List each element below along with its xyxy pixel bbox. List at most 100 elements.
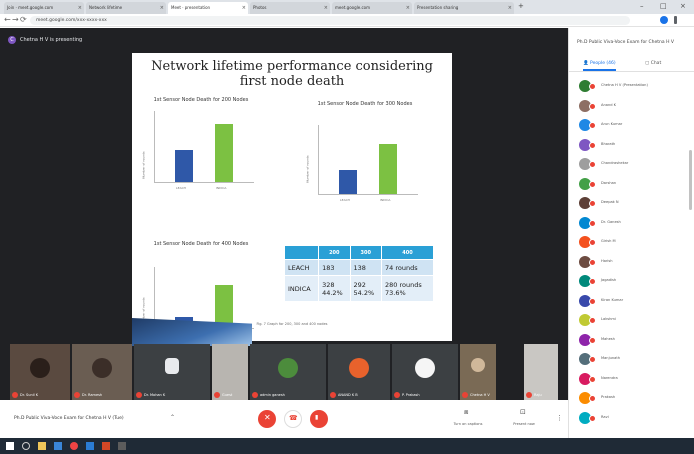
participant-row[interactable]: Darshan [579, 177, 689, 192]
meet-stage: C Chetna H V is presenting Network lifet… [0, 28, 568, 400]
participant-row[interactable]: Girish M [579, 236, 689, 250]
windows-start-icon[interactable] [6, 442, 14, 450]
close-icon[interactable]: × [160, 5, 164, 11]
participant-tile[interactable]: Chetna H V [460, 344, 496, 400]
participant-name: Anand K [601, 102, 616, 107]
browser-tab[interactable]: Join · meet.google.com × [4, 2, 84, 14]
captions-icon[interactable]: ⧈ [464, 408, 468, 417]
participant-row[interactable]: Kiran Kumar [579, 294, 689, 309]
minimize-icon[interactable]: – [640, 2, 644, 10]
system-tray[interactable] [600, 442, 660, 450]
tab-chat[interactable]: ▢ Chat [645, 61, 661, 66]
participant-row[interactable]: Chetna H V (Presentation) [579, 80, 689, 94]
close-window-icon[interactable]: × [680, 2, 686, 10]
participant-tile[interactable]: ANAND K B [328, 344, 390, 400]
mic-off-icon [526, 392, 532, 398]
mic-off-icon [589, 239, 596, 246]
table-cell: 292 54.2% [349, 275, 383, 302]
tile-name: Dr. Sunil K [20, 393, 39, 397]
participant-row[interactable]: Deepak N [579, 197, 689, 211]
camera-off-button[interactable]: ▮ [310, 410, 328, 428]
mic-off-icon [589, 356, 596, 363]
word-icon[interactable] [86, 442, 94, 450]
reload-icon[interactable]: ⟳ [20, 15, 27, 24]
browser-tab-strip: Join · meet.google.com × Network lifetime… [0, 0, 694, 14]
close-icon[interactable]: × [78, 5, 82, 11]
mic-off-icon [252, 392, 258, 398]
browser-tab[interactable]: Network lifetime × [86, 2, 166, 14]
participant-tile[interactable]: admin ganesh [250, 344, 326, 400]
mic-off-icon [589, 375, 596, 383]
browser-tab[interactable]: meet.google.com × [332, 2, 412, 14]
participant-name: Kiran Kumar [601, 297, 624, 302]
browser-tab[interactable]: Photos × [250, 2, 330, 14]
new-tab-icon[interactable]: + [518, 2, 524, 10]
menu-icon[interactable] [674, 16, 677, 24]
meet-control-bar: Ph.D Public Viva-Voce Exam for Chetna H … [0, 400, 568, 438]
participant-row[interactable]: Chandrashekar [579, 158, 689, 172]
more-options-icon[interactable]: ⋮ [556, 414, 563, 422]
edge-icon[interactable] [54, 442, 62, 450]
participant-tile[interactable]: Guest [212, 344, 248, 400]
tab-people[interactable]: 👤 People (46) [583, 61, 616, 71]
address-bar[interactable]: meet.google.com/xxx-xxxx-xxx [30, 16, 630, 25]
participant-row[interactable]: Anand K [579, 99, 689, 114]
close-icon[interactable]: × [406, 5, 410, 11]
participant-tile[interactable]: P. Prakash [392, 344, 458, 400]
participant-row[interactable]: Narendra [579, 372, 689, 387]
tile-label: Dr. Mohan K [136, 392, 165, 398]
participant-row[interactable]: Mahesh [579, 333, 689, 348]
participant-row[interactable]: Prakash [579, 392, 689, 406]
mic-off-icon [589, 297, 596, 305]
scrollbar[interactable] [689, 150, 692, 210]
participant-name: Dr. Ganesh [601, 219, 621, 224]
participant-tile[interactable]: Dr. Sunil K [10, 344, 70, 400]
file-explorer-icon[interactable] [38, 442, 46, 450]
present-label[interactable]: Present now [504, 422, 544, 426]
maximize-icon[interactable]: □ [660, 2, 667, 10]
participant-tile[interactable]: Dr. Mohan K [134, 344, 210, 400]
table-cell: 328 44.2% [318, 275, 351, 302]
participant-tile[interactable]: Raju [524, 344, 558, 400]
tile-name: ANAND K B [338, 393, 358, 397]
mic-off-icon [589, 414, 596, 422]
participant-row[interactable]: Dr. Ganesh [579, 216, 689, 231]
chevron-up-icon[interactable]: ⌃ [170, 414, 175, 421]
close-icon[interactable]: × [242, 5, 246, 11]
participant-row[interactable]: Arun Kumar [579, 119, 689, 133]
table-header: 200 [318, 245, 351, 260]
chrome-icon[interactable] [70, 442, 78, 450]
back-icon[interactable]: ← [4, 15, 11, 24]
close-icon[interactable]: × [508, 5, 512, 11]
tile-label: P. Prakash [394, 392, 420, 398]
end-call-button[interactable]: ☎ [284, 410, 302, 428]
extension-icon[interactable] [660, 16, 668, 24]
participant-row[interactable]: Ravi [579, 411, 689, 426]
mic-off-icon [589, 102, 596, 110]
chart-ylabel: Number of rounds [305, 155, 310, 183]
screen: Join · meet.google.com × Network lifetime… [0, 0, 694, 454]
app-icon[interactable] [118, 442, 126, 450]
tile-name: admin ganesh [260, 393, 285, 397]
participant-tile[interactable]: Dr. Ramesh [72, 344, 132, 400]
tab-label: Network lifetime [89, 5, 123, 10]
participant-row[interactable]: Lakshmi [579, 314, 689, 328]
participant-video [471, 358, 485, 372]
forward-icon[interactable]: → [12, 15, 19, 24]
participant-avatar [415, 358, 435, 378]
close-icon[interactable]: × [324, 5, 328, 11]
table-cell: 183 [318, 259, 351, 276]
captions-label[interactable]: Turn on captions [448, 422, 488, 426]
participant-row[interactable]: Harish [579, 255, 689, 270]
browser-tab-active[interactable]: Meet · presentation × [168, 2, 248, 14]
present-icon[interactable]: ⊡ [520, 408, 526, 416]
tile-name: Dr. Mohan K [144, 393, 166, 397]
participant-row[interactable]: Bharath [579, 138, 689, 153]
bar-leach [175, 150, 193, 182]
powerpoint-icon[interactable] [102, 442, 110, 450]
search-icon[interactable] [22, 442, 30, 450]
participant-row[interactable]: Jagadish [579, 275, 689, 289]
mic-off-button[interactable]: ✕ [258, 410, 276, 428]
browser-tab[interactable]: Presentation sharing × [414, 2, 514, 14]
participant-row[interactable]: Manjunath [579, 353, 689, 367]
